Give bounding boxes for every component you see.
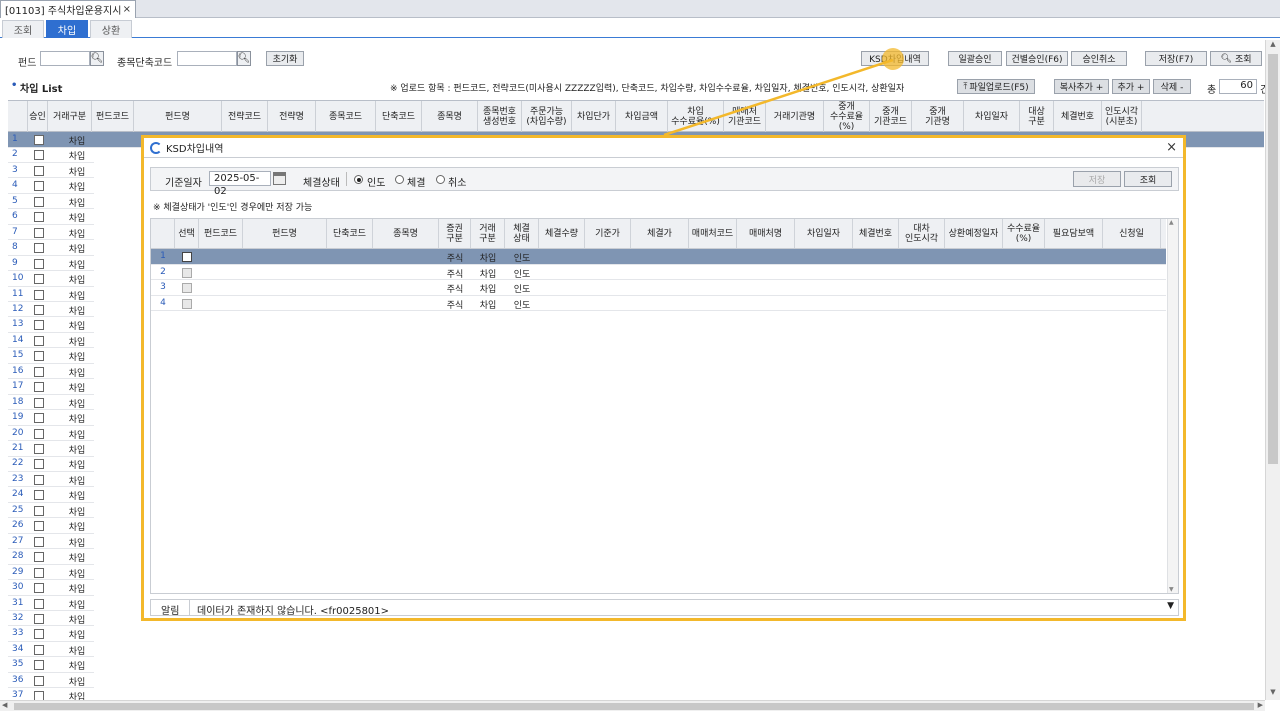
radio-cancel[interactable] [436,175,445,184]
column-header[interactable]: 체결번호 [853,219,899,248]
row-number: 4 [160,297,166,308]
dialog-title-bar: KSD차입내역 × [144,138,1183,158]
column-header[interactable]: 대차 인도시각 [899,219,945,248]
column-header[interactable]: 종목명 [373,219,439,248]
row-number: 3 [160,282,166,292]
status-cell: 인도 [513,254,531,264]
trade-type-cell: 차입 [479,300,497,311]
scroll-up-icon[interactable]: ▲ [1169,219,1174,226]
column-header[interactable]: 신청일 [1103,219,1161,248]
date-label: 기준일자 [165,178,202,189]
column-header[interactable]: 펀드명 [243,219,327,248]
dialog-vertical-scrollbar[interactable]: ▲ ▼ [1167,219,1178,593]
security-type-cell: 주식 [446,300,464,311]
status-bar-message: 데이터가 존재하지 않습니다. <fr0025801> [197,606,390,617]
status-cell: 인도 [513,269,531,280]
select-checkbox[interactable] [182,283,192,293]
dialog-grid-header: 선택 펀드코드 펀드명 단축코드 종목명 증권 구분 거래 구분 체결 상태 체결수량 기준가 체결… [151,219,1166,249]
column-header[interactable]: 거래 구분 [471,219,505,248]
security-type-cell: 주식 [446,254,464,264]
column-header[interactable]: 기준가 [585,219,631,248]
dialog-search-button[interactable]: 조회 [1124,171,1172,187]
radio-execution[interactable] [395,175,404,184]
table-row[interactable]: 2 주식 차입 인도 [151,265,1166,280]
column-header[interactable]: 체결수량 [539,219,585,248]
table-row[interactable]: 4 주식 차입 인도 [151,296,1166,311]
divider [346,172,347,186]
row-number-header [151,219,175,248]
column-header[interactable]: 매매처명 [737,219,795,248]
select-checkbox[interactable] [182,298,192,309]
app-logo-icon [150,142,162,154]
radio-delivery-label: 인도 [367,178,386,189]
radio-execution-label: 체결 [407,178,426,189]
table-row[interactable]: 1 주식 차입 인도 [151,249,1166,265]
ksd-borrow-history-dialog: KSD차입내역 × 기준일자 2025-05-02 체결상태 인도 체결 취소 … [141,135,1186,621]
row-number: 2 [160,266,166,277]
dialog-save-button[interactable]: 저장 [1073,171,1121,187]
radio-cancel-label: 취소 [448,178,467,189]
save-note: ※ 체결상태가 '인도'인 경우에만 저장 가능 [153,203,313,213]
status-bar-label: 알림 [161,606,180,617]
column-header[interactable]: 차입일자 [795,219,853,248]
dialog-title: KSD차입내역 [166,144,224,155]
radio-delivery[interactable] [354,175,363,184]
status-label: 체결상태 [303,178,340,189]
close-icon[interactable]: × [1166,140,1177,155]
divider [189,600,190,615]
column-header[interactable]: 매매처코드 [689,219,737,248]
column-header[interactable]: 수수료율 (%) [1003,219,1045,248]
dialog-grid: 선택 펀드코드 펀드명 단축코드 종목명 증권 구분 거래 구분 체결 상태 체결수량 기준가 체결… [150,218,1179,594]
column-header[interactable]: 증권 구분 [439,219,471,248]
table-row[interactable]: 3 주식 차입 인도 [151,280,1166,296]
column-header[interactable]: 체결가 [631,219,689,248]
dialog-filter-bar: 기준일자 2025-05-02 체결상태 인도 체결 취소 저장 조회 [150,167,1179,197]
dialog-status-bar: 알림 데이터가 존재하지 않습니다. <fr0025801> ▼ [150,599,1179,617]
column-header[interactable]: 필요담보액 [1045,219,1103,248]
app-window: [01103] 주식차입운용지시 × 조회 차입 상환 펀드 🔍︎ 종목단축코드… [0,0,1280,711]
scroll-down-icon[interactable]: ▼ [1169,586,1174,593]
row-number: 1 [160,251,166,261]
calendar-icon[interactable] [273,172,286,185]
trade-type-cell: 차입 [479,254,497,264]
date-input[interactable]: 2025-05-02 [209,171,271,197]
column-header[interactable]: 체결 상태 [505,219,539,248]
select-checkbox[interactable] [182,252,192,262]
security-type-cell: 주식 [446,285,464,295]
column-header[interactable]: 펀드코드 [199,219,243,248]
trade-type-cell: 차입 [479,285,497,295]
column-header[interactable]: 단축코드 [327,219,373,248]
status-cell: 인도 [513,300,531,311]
column-header[interactable]: 상환예정일자 [945,219,1003,248]
security-type-cell: 주식 [446,269,464,280]
trade-type-cell: 차입 [479,269,497,280]
select-checkbox[interactable] [182,267,192,278]
column-header[interactable]: 선택 [175,219,199,248]
status-cell: 인도 [513,285,531,295]
chevron-down-icon[interactable]: ▼ [1167,601,1174,611]
